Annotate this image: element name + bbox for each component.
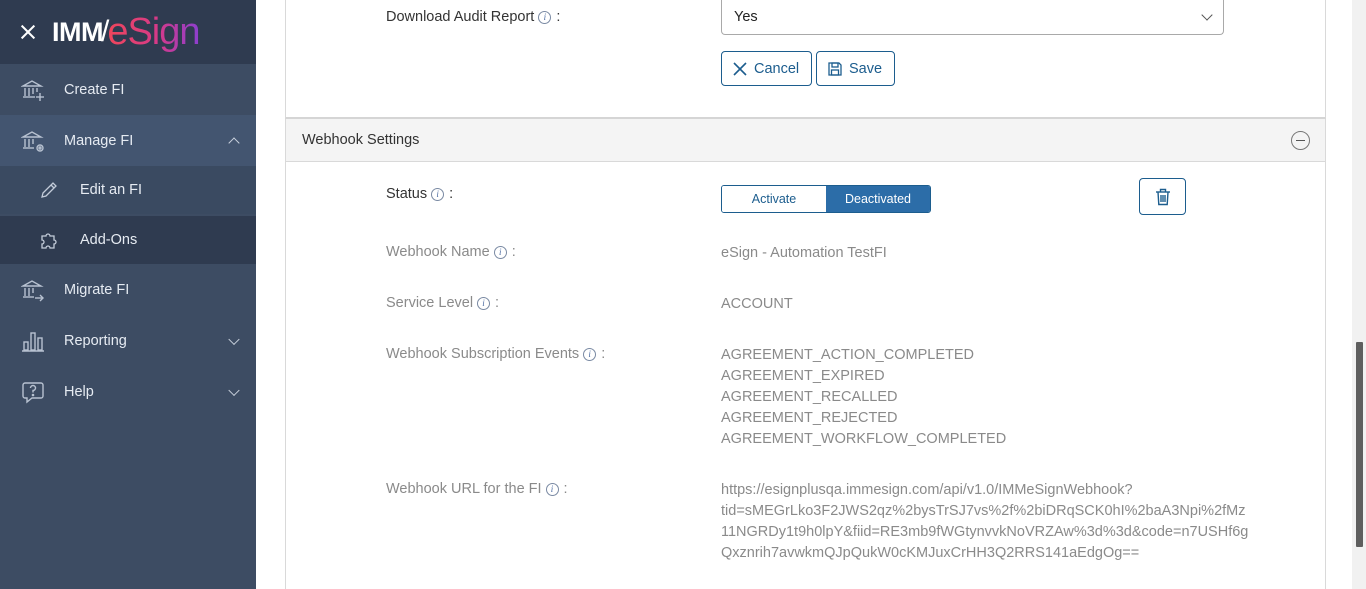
webhook-name-label-text: Webhook Name (386, 244, 490, 260)
chevron-down-icon (1201, 9, 1213, 21)
event-item: AGREEMENT_ACTION_COMPLETED (721, 347, 974, 363)
event-item: AGREEMENT_REJECTED (721, 410, 898, 426)
subscription-events-label: Webhook Subscription Events i : (386, 346, 605, 362)
status-label: Status i : (386, 186, 453, 202)
sidebar-item-manage-fi[interactable]: Manage FI (0, 115, 256, 166)
chevron-down-icon (228, 384, 240, 396)
webhook-url-label: Webhook URL for the FI i : (386, 481, 568, 497)
webhook-url-value: https://esignplusqa.immesign.com/api/v1.… (721, 480, 1248, 564)
delete-webhook-button[interactable] (1139, 178, 1186, 215)
fi-settings-panel: Download Audit Report i : Yes Cancel Sav… (285, 0, 1326, 119)
chevron-up-icon (228, 136, 240, 149)
activate-option[interactable]: Activate (722, 186, 826, 212)
subscription-events-label-text: Webhook Subscription Events (386, 346, 580, 362)
floppy-disk-icon (828, 61, 842, 76)
logo-esign-text: eSign (107, 10, 200, 53)
close-icon (733, 61, 747, 76)
webhook-section-header[interactable]: Webhook Settings (285, 119, 1326, 162)
event-item: AGREEMENT_WORKFLOW_COMPLETED (721, 431, 1007, 447)
pencil-icon (38, 179, 60, 201)
info-icon[interactable]: i (493, 245, 507, 259)
sidebar-item-help[interactable]: Help (0, 366, 256, 417)
scrollbar-thumb[interactable] (1356, 342, 1363, 547)
sidebar-item-label: Create FI (64, 81, 125, 98)
sidebar-subitem-label: Edit an FI (80, 182, 143, 198)
url-line: tid=sMEGrLko3F2JWS2qz%2bysTrSJ7vs%2f%2bi… (721, 503, 1246, 519)
info-icon[interactable]: i (583, 347, 597, 361)
label-colon: : (449, 186, 454, 202)
label-colon: : (563, 481, 568, 497)
info-icon[interactable]: i (545, 482, 559, 496)
collapse-icon[interactable] (1291, 131, 1310, 150)
download-audit-label: Download Audit Report i : (386, 9, 560, 25)
sidebar-item-migrate-fi[interactable]: Migrate FI (0, 264, 256, 315)
sidebar-item-label: Manage FI (64, 132, 134, 149)
info-icon[interactable]: i (538, 10, 552, 24)
url-line: Qxznrih7avwkmQJpQukW0cKMJuxCrHH3Q2RRS141… (721, 545, 1140, 561)
subscription-events-list: AGREEMENT_ACTION_COMPLETED AGREEMENT_EXP… (721, 345, 1006, 450)
status-toggle: Activate Deactivated (721, 185, 931, 213)
sidebar: IMM / eSign Create FI Manage FI Edit an … (0, 0, 256, 589)
bank-arrow-icon (20, 277, 46, 303)
service-level-label: Service Level i : (386, 295, 499, 311)
sidebar-header: IMM / eSign (0, 0, 256, 64)
cancel-button-label: Cancel (754, 60, 800, 77)
bar-chart-icon (20, 328, 46, 354)
help-bubble-icon (20, 379, 46, 405)
label-colon: : (556, 9, 561, 25)
chevron-down-icon (228, 333, 240, 345)
sidebar-subitem-label: Add-Ons (80, 232, 138, 248)
download-audit-select[interactable]: Yes (721, 0, 1224, 35)
cancel-button[interactable]: Cancel (721, 51, 813, 86)
service-level-label-text: Service Level (386, 295, 474, 311)
save-button[interactable]: Save (816, 51, 896, 86)
webhook-name-value: eSign - Automation TestFI (721, 245, 887, 261)
event-item: AGREEMENT_RECALLED (721, 389, 898, 405)
bank-gear-icon (20, 128, 46, 154)
vertical-scrollbar[interactable] (1352, 0, 1366, 589)
label-colon: : (495, 295, 500, 311)
save-button-label: Save (849, 60, 883, 77)
logo-imm-text: IMM (52, 16, 103, 47)
section-title: Webhook Settings (302, 132, 420, 148)
label-colon: : (511, 244, 516, 260)
puzzle-icon (38, 229, 60, 251)
url-line: https://esignplusqa.immesign.com/api/v1.… (721, 482, 1133, 498)
info-icon[interactable]: i (477, 296, 491, 310)
label-colon: : (601, 346, 606, 362)
url-line: 11NGRDy1t9h0lpY&fiid=RE3mb9fWGtynvvkNoVR… (721, 524, 1249, 540)
status-label-text: Status (386, 186, 428, 202)
sidebar-item-label: Migrate FI (64, 281, 130, 298)
webhook-settings-panel: Status i : Activate Deactivated Webhook … (285, 162, 1326, 589)
info-icon[interactable]: i (431, 187, 445, 201)
event-item: AGREEMENT_EXPIRED (721, 368, 885, 384)
bank-plus-icon (20, 77, 46, 103)
sidebar-item-reporting[interactable]: Reporting (0, 315, 256, 366)
sidebar-item-label: Help (64, 383, 94, 400)
sidebar-item-create-fi[interactable]: Create FI (0, 64, 256, 115)
sidebar-item-label: Reporting (64, 332, 127, 349)
webhook-name-label: Webhook Name i : (386, 244, 516, 260)
download-audit-label-text: Download Audit Report (386, 9, 535, 25)
brand-logo: IMM / eSign (52, 10, 201, 54)
sidebar-subitem-edit-fi[interactable]: Edit an FI (0, 166, 256, 214)
deactivated-option[interactable]: Deactivated (826, 186, 930, 212)
trash-icon (1155, 188, 1170, 205)
main-content: Download Audit Report i : Yes Cancel Sav… (256, 0, 1352, 589)
webhook-url-label-text: Webhook URL for the FI (386, 481, 542, 497)
close-icon[interactable] (18, 22, 38, 42)
download-audit-value: Yes (734, 9, 758, 25)
service-level-value: ACCOUNT (721, 296, 793, 312)
sidebar-subitem-add-ons[interactable]: Add-Ons (0, 216, 256, 264)
